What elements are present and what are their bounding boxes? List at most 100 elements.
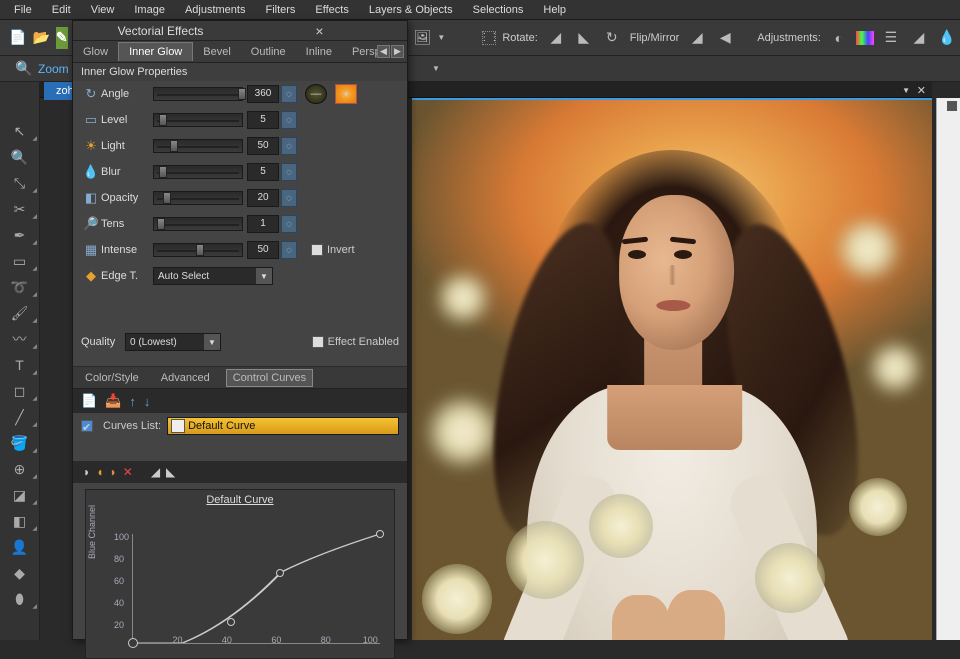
graph-flip-h-icon[interactable]: ◢ [151,465,160,479]
tab-outline[interactable]: Outline [241,43,296,61]
right-scrollbar[interactable] [936,98,960,640]
quality-dropdown[interactable]: 0 (Lowest)▼ [125,333,221,351]
import-curve-icon[interactable]: 📥 [105,393,121,409]
arrow-down-icon[interactable]: ▼ [425,58,447,80]
tab-control-curves[interactable]: Control Curves [226,369,313,387]
tens-value[interactable]: 1 [247,215,279,233]
tab-inner-glow[interactable]: Inner Glow [118,42,193,61]
graph-curve-icon[interactable]: ◖ [96,465,103,479]
rotate-180-icon[interactable]: ↻ [601,27,623,49]
misc-tool[interactable]: ⬮◢ [0,586,39,612]
clone-tool[interactable]: ⊕◢ [0,456,39,482]
spin-button[interactable]: ◌ [281,85,297,103]
rotate-right-icon[interactable]: ◣ [573,27,595,49]
tab-color-style[interactable]: Color/Style [79,370,145,386]
menu-effects[interactable]: Effects [305,2,358,18]
hand-tool[interactable]: ◆ [0,560,39,586]
angle-gradient-icon[interactable]: — [305,84,327,104]
add-curve-icon[interactable]: 📄 [81,393,97,409]
invert-checkbox[interactable] [311,244,323,256]
effect-enabled-checkbox[interactable] [312,336,324,348]
menu-help[interactable]: Help [533,2,576,18]
graph-flag-icon[interactable]: ◗ [83,465,90,479]
dropdown-arrow-icon[interactable]: ▼ [437,27,445,49]
menu-adjustments[interactable]: Adjustments [175,2,256,18]
hue-icon[interactable] [856,31,874,45]
panel-titlebar[interactable]: Vectorial Effects × [73,21,407,41]
light-slider[interactable] [153,139,243,153]
open-file-icon[interactable]: 📂 [32,27,49,49]
level-value[interactable]: 5 [247,111,279,129]
curve-up-icon[interactable]: ↑ [129,394,136,409]
sun-icon[interactable]: ☀ [335,84,357,104]
eyedropper-tool[interactable]: 👤 [0,534,39,560]
pen-tool[interactable]: ✒◢ [0,222,39,248]
opacity-value[interactable]: 20 [247,189,279,207]
curve-graph[interactable]: Default Curve Blue Channel 100 80 60 40 … [85,489,395,659]
curves-list-item[interactable]: Default Curve [167,417,399,435]
tab-close-icon[interactable]: ✕ [917,84,926,97]
curves-list-checkbox[interactable]: ✔ [81,420,93,432]
curve-point[interactable] [227,618,235,626]
rotate-menu-icon[interactable]: ⋮⋮ [482,31,496,45]
tab-advanced[interactable]: Advanced [155,370,216,386]
crop-tool[interactable]: ✂◢ [0,196,39,222]
menu-edit[interactable]: Edit [42,2,81,18]
levels-icon[interactable]: ☰ [880,27,902,49]
new-file-icon[interactable]: 📄 [9,27,26,49]
menu-selections[interactable]: Selections [463,2,534,18]
menu-file[interactable]: File [4,2,42,18]
blur-value[interactable]: 5 [247,163,279,181]
eraser-tool[interactable]: ◪◢ [0,482,39,508]
close-icon[interactable]: × [240,23,399,39]
spin-button[interactable]: ◌ [281,215,297,233]
curve-point[interactable] [376,530,384,538]
move-tool[interactable]: ↖◢ [0,118,39,144]
shape-tool[interactable]: ◻◢ [0,378,39,404]
curve-down-icon[interactable]: ↓ [144,394,151,409]
menu-image[interactable]: Image [124,2,175,18]
lasso-tool[interactable]: ➰◢ [0,274,39,300]
blur-slider[interactable] [153,165,243,179]
spin-button[interactable]: ◌ [281,137,297,155]
level-slider[interactable] [153,113,243,127]
graph-delete-icon[interactable]: ✕ [123,465,133,479]
graph-invert-icon[interactable]: ◗ [110,465,117,479]
smudge-tool[interactable]: 〰◢ [0,326,39,352]
line-tool[interactable]: ╱◢ [0,404,39,430]
plot-area[interactable]: 20 40 60 80 100 [132,534,380,644]
tab-dropdown-icon[interactable]: ▼ [902,86,910,95]
intense-slider[interactable] [153,243,243,257]
app-logo-icon[interactable]: ✎ [56,27,68,49]
zoom-tool[interactable]: 🔍 [0,144,39,170]
fill-tool[interactable]: 🪣◢ [0,430,39,456]
graph-flip-v-icon[interactable]: ◣ [166,465,175,479]
spin-button[interactable]: ◌ [281,189,297,207]
contrast-icon[interactable]: ◐ [828,27,850,49]
tab-glow[interactable]: Glow [73,43,118,61]
marquee-tool[interactable]: ▭◢ [0,248,39,274]
flip-h-icon[interactable]: ◢ [686,27,708,49]
tens-slider[interactable] [153,217,243,231]
spin-button[interactable]: ◌ [281,241,297,259]
rotate-left-icon[interactable]: ◢ [545,27,567,49]
spin-button[interactable]: ◌ [281,163,297,181]
brush-tool[interactable]: 🖌◢ [0,300,39,326]
spin-button[interactable]: ◌ [281,111,297,129]
tab-next-icon[interactable]: ▶ [391,45,404,58]
brightness-icon[interactable]: ◢ [908,27,930,49]
tab-bevel[interactable]: Bevel [193,43,241,61]
light-value[interactable]: 50 [247,137,279,155]
opacity-slider[interactable] [153,191,243,205]
tab-prev-icon[interactable]: ◀ [377,45,390,58]
image-canvas[interactable] [412,98,932,640]
text-tool[interactable]: T◢ [0,352,39,378]
pointer-tool[interactable]: ⤡◢ [0,170,39,196]
image-icon[interactable]: 🖼 [414,27,432,49]
flip-v-icon[interactable]: ◀ [714,27,736,49]
menu-view[interactable]: View [81,2,125,18]
tab-inline[interactable]: Inline [296,43,342,61]
angle-slider[interactable] [153,87,243,101]
saturation-icon[interactable]: 💧 [936,27,958,49]
intense-value[interactable]: 50 [247,241,279,259]
